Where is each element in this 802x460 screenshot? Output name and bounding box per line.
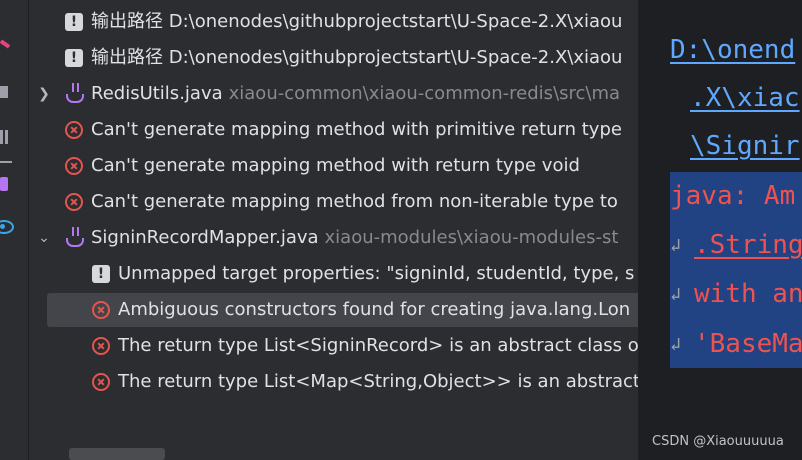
stop-icon[interactable] <box>0 82 22 104</box>
build-output-tree: 输出路径 D:\onenodes\githubprojectstart\U-Sp… <box>29 0 638 460</box>
wrap-arrow-icon: ↲ <box>670 333 681 355</box>
error-icon <box>65 157 83 175</box>
detail-line: ↲ .String <box>670 221 802 269</box>
file-name: RedisUtils.java <box>91 83 223 104</box>
detail-line[interactable]: .X\xiac <box>690 74 800 122</box>
message-text: Can't generate mapping method with retur… <box>91 155 580 176</box>
message-text: Ambiguous constructors found for creatin… <box>118 299 631 320</box>
chevron-down-icon[interactable]: ⌄ <box>35 221 53 255</box>
tree-row-warning[interactable]: Unmapped target properties: "signinId, s… <box>29 257 638 291</box>
message-text: The return type List<Map<String,Object>>… <box>118 371 638 392</box>
file-path: xiaou-modules\xiaou-modules-st <box>324 227 619 248</box>
message-text: Can't generate mapping method with primi… <box>91 119 622 140</box>
bookmark-icon[interactable] <box>0 175 22 197</box>
tree-row-file[interactable]: ⌄ SigninRecordMapper.java xiaou-modules\x… <box>29 221 638 255</box>
tree-row-error-selected[interactable]: Ambiguous constructors found for creatin… <box>47 293 638 327</box>
wrap-arrow-icon: ↲ <box>670 234 681 256</box>
pin-icon[interactable] <box>0 34 22 56</box>
tree-row-file[interactable]: ❯ RedisUtils.java xiaou-common\xiaou-comm… <box>29 77 638 111</box>
error-icon <box>65 121 83 139</box>
error-icon <box>92 337 110 355</box>
detail-line: ↲ with an <box>670 270 802 318</box>
error-icon <box>92 373 110 391</box>
error-icon <box>92 301 110 319</box>
wrap-arrow-icon: ↲ <box>670 283 681 305</box>
detail-line: ↲ 'BaseMa <box>670 320 802 368</box>
tree-row-warning[interactable]: 输出路径 D:\onenodes\githubprojectstart\U-Sp… <box>29 41 638 75</box>
message-text: The return type List<SigninRecord> is an… <box>118 335 638 356</box>
message-text: 输出路径 D:\onenodes\githubprojectstart\U-Sp… <box>91 11 623 32</box>
horizontal-scrollbar[interactable] <box>69 448 165 460</box>
tree-row-warning[interactable]: 输出路径 D:\onenodes\githubprojectstart\U-Sp… <box>29 5 638 39</box>
tree-row-error[interactable]: The return type List<Map<String,Object>>… <box>29 365 638 399</box>
tree-row-error[interactable]: The return type List<SigninRecord> is an… <box>29 329 638 363</box>
chevron-right-icon[interactable]: ❯ <box>35 77 53 111</box>
message-text: Unmapped target properties: "signinId, s… <box>118 263 635 284</box>
tree-row-error[interactable]: Can't generate mapping method with primi… <box>29 113 638 147</box>
detail-line[interactable]: D:\onend <box>670 26 795 74</box>
detail-line[interactable]: \Signir <box>690 122 800 170</box>
warning-icon <box>65 47 83 69</box>
eye-icon[interactable] <box>0 216 22 238</box>
warning-icon <box>65 11 83 33</box>
file-name: SigninRecordMapper.java <box>91 227 319 248</box>
message-text: Can't generate mapping method from non-i… <box>91 191 618 212</box>
layout-icon[interactable] <box>0 126 22 148</box>
watermark: CSDN @Xiaouuuuua <box>652 434 784 449</box>
warning-icon <box>92 263 110 285</box>
file-path: xiaou-common\xiaou-common-redis\src\ma <box>228 83 621 104</box>
java-file-icon <box>63 226 84 248</box>
detail-line: java: Am <box>670 181 796 211</box>
tree-row-error[interactable]: Can't generate mapping method from non-i… <box>29 185 638 219</box>
left-tool-strip <box>0 0 29 460</box>
message-text: 输出路径 D:\onenodes\githubprojectstart\U-Sp… <box>91 47 623 68</box>
message-detail-pane: D:\onend .X\xiac \Signir java: Am ↲ .Stri… <box>638 0 802 460</box>
menu-icon[interactable] <box>0 153 22 175</box>
tree-row-error[interactable]: Can't generate mapping method with retur… <box>29 149 638 183</box>
error-icon <box>65 193 83 211</box>
java-file-icon <box>63 82 84 104</box>
